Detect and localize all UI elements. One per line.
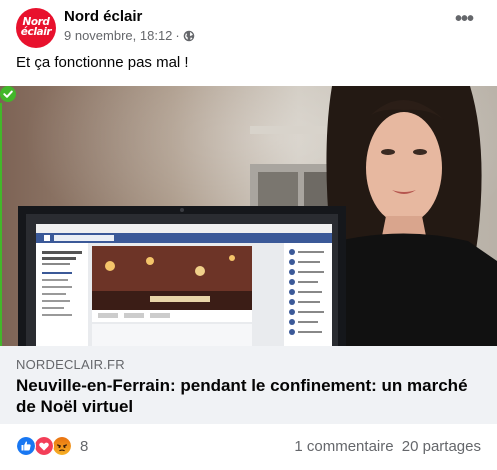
link-domain: NORDECLAIR.FR <box>16 357 125 372</box>
post-meta: 9 novembre, 18:12 · <box>64 28 195 43</box>
link-preview-image[interactable] <box>0 86 497 346</box>
nord-eclair-logo: Nord éclair <box>20 16 52 38</box>
post-timestamp[interactable]: 9 novembre, 18:12 <box>64 28 172 43</box>
reaction-count: 8 <box>80 438 89 455</box>
verified-accent-bar <box>0 103 2 346</box>
link-preview-box[interactable]: NORDECLAIR.FR Neuville-en-Ferrain: penda… <box>0 346 497 424</box>
facebook-post: Nord éclair Nord éclair 9 novembre, 18:1… <box>0 0 497 470</box>
verified-check-icon <box>0 86 16 102</box>
photo-woman-with-laptop <box>0 86 497 346</box>
page-avatar[interactable]: Nord éclair <box>16 8 56 48</box>
link-title[interactable]: Neuville-en-Ferrain: pendant le confinem… <box>16 375 481 417</box>
post-message: Et ça fonctionne pas mal ! <box>16 54 189 71</box>
like-icon <box>16 436 36 456</box>
globe-icon[interactable] <box>183 30 195 42</box>
meta-separator: · <box>175 28 180 43</box>
comments-count-link[interactable]: 1 commentaire <box>294 438 393 455</box>
post-footer: 8 1 commentaire 20 partages <box>16 432 481 460</box>
post-header: Nord éclair Nord éclair 9 novembre, 18:1… <box>16 8 481 48</box>
more-options-button[interactable]: ••• <box>449 9 479 36</box>
post-stats: 1 commentaire 20 partages <box>294 438 481 455</box>
page-name-link[interactable]: Nord éclair <box>64 8 142 25</box>
angry-icon <box>52 436 72 456</box>
love-icon <box>34 436 54 456</box>
shares-count-link[interactable]: 20 partages <box>402 438 481 455</box>
